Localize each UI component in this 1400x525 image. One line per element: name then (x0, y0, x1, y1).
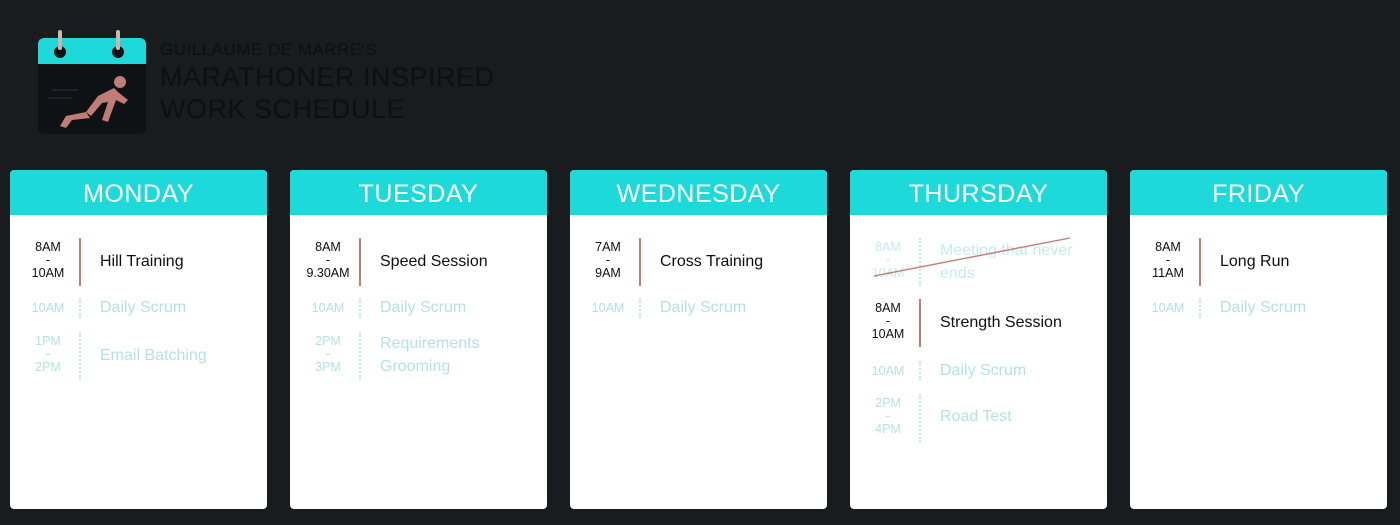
event-divider (919, 299, 921, 347)
event-title: Daily Scrum (660, 299, 747, 316)
day-card-friday: FRIDAY 8AM - 11AM Long Run 10AM Daily Sc… (1130, 170, 1387, 509)
event-divider (359, 332, 361, 380)
event-divider (919, 361, 921, 381)
event-title: Email Batching (100, 347, 207, 364)
event-end: 10AM (871, 327, 905, 341)
day-title: MONDAY (10, 170, 267, 215)
schedule-page: GUILLAUME DE MARRE'S MARATHONER INSPIRED… (0, 0, 1400, 525)
event-divider (1199, 238, 1201, 286)
event-title: Hill Training (100, 253, 184, 270)
event-time: 10AM (591, 301, 625, 315)
event-title: Daily Scrum (940, 362, 1027, 379)
event-title: Daily Scrum (380, 299, 467, 316)
event-time: 10AM (311, 301, 345, 315)
event-title: Speed Session (380, 253, 488, 270)
header-title-line1: MARATHONER INSPIRED (160, 62, 495, 92)
event-end: 4PM (875, 422, 901, 436)
event-time: 8AM - 10AM (22, 241, 74, 280)
event-divider (639, 238, 641, 286)
event-title: Daily Scrum (100, 299, 187, 316)
day-card-thursday: THURSDAY 8AM - 10AM Meeting that never e… (850, 170, 1107, 509)
event-title-line: Requirements (380, 335, 480, 352)
event-time: 7AM - 9AM (582, 241, 634, 280)
event-end: 9.30AM (306, 266, 350, 280)
event-time: 8AM - 11AM (1142, 241, 1194, 280)
event-end: 11AM (1152, 266, 1184, 280)
event-divider (1199, 298, 1201, 318)
event-time: 2PM - 4PM (862, 397, 914, 436)
day-title: THURSDAY (850, 170, 1107, 215)
header-author: GUILLAUME DE MARRE'S (160, 40, 378, 59)
event-divider (359, 238, 361, 286)
day-card-tuesday: TUESDAY 8AM - 9.30AM Speed Session 10AM … (290, 170, 547, 509)
event-title: Strength Session (940, 314, 1062, 331)
day-card-wednesday: WEDNESDAY 7AM - 9AM Cross Training 10AM … (570, 170, 827, 509)
event-title: Long Run (1220, 253, 1290, 270)
event-divider (359, 298, 361, 318)
event-divider (79, 298, 81, 318)
event-title: Daily Scrum (1220, 299, 1307, 316)
header-title-line2: WORK SCHEDULE (160, 94, 406, 124)
event-time: 10AM (31, 301, 65, 315)
event-divider (919, 394, 921, 442)
header: GUILLAUME DE MARRE'S MARATHONER INSPIRED… (160, 40, 495, 124)
strikethrough-line (873, 237, 1071, 277)
event-end: 2PM (35, 360, 61, 374)
event-divider (79, 332, 81, 380)
event-time: 10AM (871, 364, 905, 378)
event-title: Road Test (940, 408, 1012, 425)
event-end: 9AM (595, 266, 621, 280)
day-card-monday: MONDAY 8AM - 10AM Hill Training 10AM Dai… (10, 170, 267, 509)
event-time: 8AM - 9.30AM (302, 241, 354, 280)
day-title: TUESDAY (290, 170, 547, 215)
event-divider (79, 238, 81, 286)
event-end: 10AM (31, 266, 65, 280)
event-time: 8AM - 10AM (862, 302, 914, 341)
day-title: WEDNESDAY (570, 170, 827, 215)
calendar-runner-logo-icon (38, 30, 146, 134)
event-title: Requirements Grooming (380, 332, 540, 378)
event-title-line: Grooming (380, 358, 451, 375)
event-time: 1PM - 2PM (22, 335, 74, 374)
event-end: 3PM (315, 360, 341, 374)
event-divider (639, 298, 641, 318)
day-title: FRIDAY (1130, 170, 1387, 215)
event-time: 10AM (1151, 301, 1185, 315)
event-title: Cross Training (660, 253, 764, 270)
event-time: 2PM - 3PM (302, 335, 354, 374)
